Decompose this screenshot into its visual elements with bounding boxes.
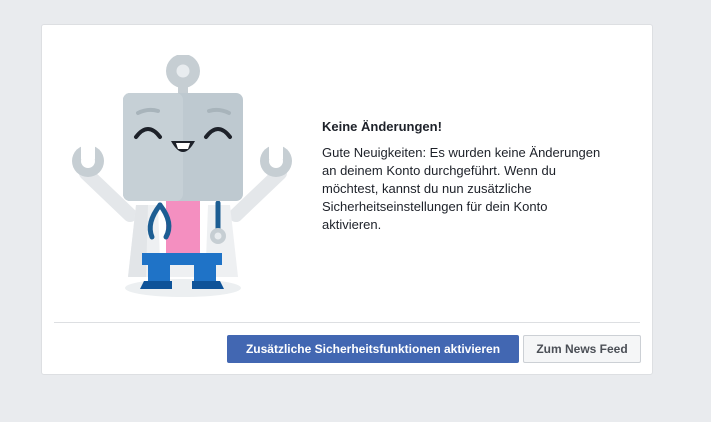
- news-feed-button[interactable]: Zum News Feed: [523, 335, 641, 363]
- footer-buttons: Zusätzliche Sicherheitsfunktionen aktivi…: [227, 335, 641, 363]
- dialog-body: Gute Neuigkeiten: Es wurden keine Änderu…: [322, 145, 601, 232]
- dialog-title: Keine Änderungen!: [322, 119, 442, 134]
- doctor-robot-illustration: [68, 55, 298, 303]
- dialog-card: Keine Änderungen! Gute Neuigkeiten: Es w…: [41, 24, 653, 375]
- footer-divider: [54, 322, 640, 323]
- message-block: Keine Änderungen! Gute Neuigkeiten: Es w…: [322, 119, 640, 234]
- enable-security-features-button[interactable]: Zusätzliche Sicherheitsfunktionen aktivi…: [227, 335, 519, 363]
